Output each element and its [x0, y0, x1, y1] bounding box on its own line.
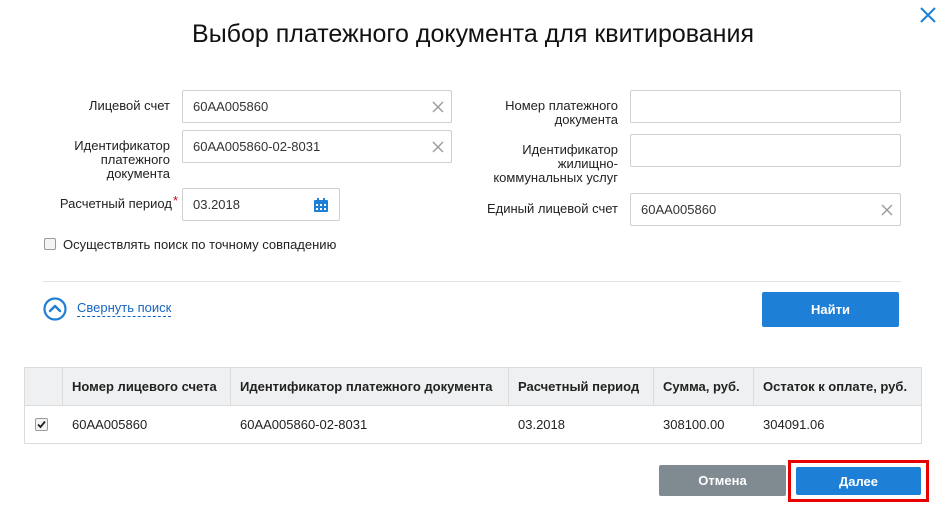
table-row[interactable]: 60АА005860 60АА005860-02-8031 03.2018 30…	[25, 406, 921, 443]
hcs-id-label-line-2: жилищно-	[557, 156, 618, 171]
doc-id-input[interactable]: 60АА005860-02-8031	[182, 130, 452, 163]
chevron-up-circle-icon[interactable]	[43, 297, 67, 321]
doc-number-input[interactable]	[630, 90, 901, 123]
unified-account-value: 60АА005860	[641, 202, 717, 217]
doc-id-label-line-1: Идентификатор	[74, 138, 170, 153]
checkmark-icon	[37, 420, 46, 429]
clear-icon[interactable]	[431, 100, 445, 114]
column-header-account: Номер лицевого счета	[72, 379, 217, 394]
column-header-doc-id: Идентификатор платежного документа	[240, 379, 493, 394]
clear-icon[interactable]	[431, 140, 445, 154]
results-table: Номер лицевого счета Идентификатор плате…	[24, 367, 922, 444]
cell-account: 60АА005860	[72, 417, 148, 432]
period-value: 03.2018	[193, 197, 240, 212]
cell-doc-id: 60АА005860-02-8031	[240, 417, 368, 432]
hcs-id-label: Идентификатор жилищно- коммунальных услу…	[470, 143, 618, 185]
cell-period: 03.2018	[518, 417, 565, 432]
exact-match-checkbox[interactable]	[44, 238, 56, 250]
column-header-amount: Сумма, руб.	[663, 379, 740, 394]
doc-id-label-line-2: платежного	[100, 152, 170, 167]
account-value: 60АА005860	[193, 99, 269, 114]
collapse-search-link[interactable]: Свернуть поиск	[77, 300, 172, 317]
find-button[interactable]: Найти	[762, 292, 899, 327]
cancel-button[interactable]: Отмена	[659, 465, 786, 496]
period-input[interactable]: 03.2018	[182, 188, 340, 221]
divider	[43, 281, 901, 282]
hcs-id-label-line-1: Идентификатор	[522, 142, 618, 157]
clear-icon[interactable]	[880, 203, 894, 217]
column-header-balance: Остаток к оплате, руб.	[763, 379, 908, 394]
row-checkbox[interactable]	[35, 418, 48, 431]
doc-id-label: Идентификатор платежного документа	[40, 139, 170, 181]
account-input[interactable]: 60АА005860	[182, 90, 452, 123]
doc-number-label-line-1: Номер платежного	[505, 98, 618, 113]
account-label: Лицевой счет	[88, 98, 170, 113]
doc-number-label: Номер платежного документа	[470, 99, 618, 127]
doc-id-value: 60АА005860-02-8031	[193, 139, 321, 154]
table-header: Номер лицевого счета Идентификатор плате…	[25, 368, 921, 406]
period-label: Расчетный период*	[40, 194, 178, 211]
doc-id-label-line-3: документа	[106, 166, 170, 181]
column-header-period: Расчетный период	[518, 379, 640, 394]
dialog-title: Выбор платежного документа для квитирова…	[192, 20, 754, 48]
doc-number-label-line-2: документа	[554, 112, 618, 127]
hcs-id-label-line-3: коммунальных услуг	[493, 170, 618, 185]
hcs-id-input[interactable]	[630, 134, 901, 167]
cell-balance: 304091.06	[763, 417, 825, 432]
next-button[interactable]: Далее	[796, 467, 921, 495]
required-mark: *	[172, 193, 178, 208]
unified-account-input[interactable]: 60АА005860	[630, 193, 901, 226]
cell-amount: 308100.00	[663, 417, 725, 432]
calendar-icon[interactable]	[313, 197, 329, 213]
exact-match-label: Осуществлять поиск по точному совпадению	[63, 237, 337, 252]
unified-account-label: Единый лицевой счет	[486, 201, 618, 216]
period-label-text: Расчетный период	[59, 196, 172, 211]
